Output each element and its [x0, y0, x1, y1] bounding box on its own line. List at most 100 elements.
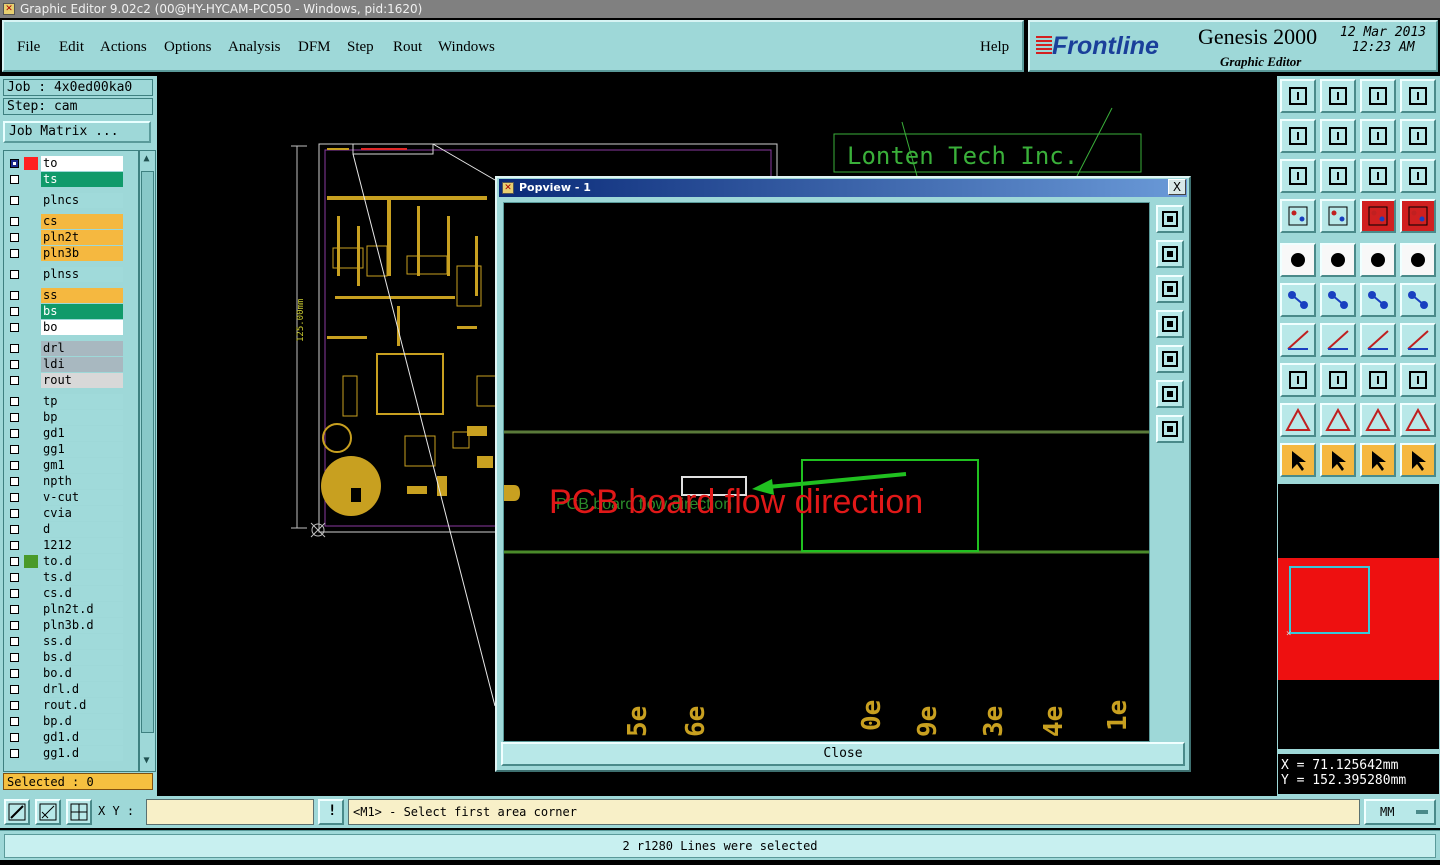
layer-checkbox[interactable]: [10, 307, 19, 316]
layer-name[interactable]: cvia: [41, 506, 123, 521]
layer-name[interactable]: plnss: [41, 267, 123, 282]
split-button[interactable]: [1320, 363, 1356, 397]
layer-row-npth[interactable]: npth: [4, 474, 138, 489]
info-button[interactable]: !: [318, 799, 344, 825]
right-button[interactable]: [1320, 119, 1356, 153]
pan-up-button[interactable]: [1156, 240, 1184, 268]
layer-checkbox[interactable]: [10, 270, 19, 279]
rotate-button[interactable]: [1320, 243, 1356, 277]
tools-button[interactable]: [1280, 199, 1316, 233]
attribute-button[interactable]: [1280, 363, 1316, 397]
layer-row-d[interactable]: d: [4, 522, 138, 537]
scale-button[interactable]: [1360, 159, 1396, 193]
layer-name[interactable]: ldi: [41, 357, 123, 372]
triangle-button[interactable]: [1280, 403, 1316, 437]
scroll-up-icon[interactable]: ▲: [141, 152, 152, 166]
layers-red-button[interactable]: [1360, 199, 1396, 233]
layer-checkbox[interactable]: [10, 509, 19, 518]
triangle3-button[interactable]: [1360, 403, 1396, 437]
layer-row-bo.d[interactable]: bo.d: [4, 666, 138, 681]
layer-row-bo[interactable]: bo: [4, 320, 138, 335]
layer-name[interactable]: cs: [41, 214, 123, 229]
layer-row-bs.d[interactable]: bs.d: [4, 650, 138, 665]
layer-name[interactable]: to: [41, 156, 123, 171]
layer-name[interactable]: bs.d: [41, 650, 123, 665]
layer-row-ss.d[interactable]: ss.d: [4, 634, 138, 649]
menu-dfm[interactable]: DFM: [298, 39, 331, 56]
center-button[interactable]: [1320, 159, 1356, 193]
line-button[interactable]: [1280, 323, 1316, 357]
zoom-area-button[interactable]: [4, 799, 30, 825]
triangle2-button[interactable]: [1320, 403, 1356, 437]
layer-name[interactable]: ts: [41, 172, 123, 187]
layer-row-bp.d[interactable]: bp.d: [4, 714, 138, 729]
layer-row-pln2t.d[interactable]: pln2t.d: [4, 602, 138, 617]
layer-name[interactable]: to.d: [41, 554, 123, 569]
layer-name[interactable]: npth: [41, 474, 123, 489]
layer-row-ts[interactable]: ts: [4, 172, 138, 187]
select-pointer-button[interactable]: [1280, 443, 1316, 477]
grid-snap-button[interactable]: [66, 799, 92, 825]
line2-button[interactable]: [1320, 323, 1356, 357]
layer-checkbox[interactable]: [10, 525, 19, 534]
menu-options[interactable]: Options: [164, 39, 212, 56]
layer-row-cs.d[interactable]: cs.d: [4, 586, 138, 601]
layout-button[interactable]: [1400, 119, 1436, 153]
layer-checkbox[interactable]: [10, 557, 19, 566]
layer-row-gd1[interactable]: gd1: [4, 426, 138, 441]
layer-checkbox[interactable]: [10, 717, 19, 726]
menu-file[interactable]: File: [17, 39, 40, 56]
dimension-button[interactable]: [1360, 363, 1396, 397]
select-box-button[interactable]: [1320, 443, 1356, 477]
layer-checkbox[interactable]: [10, 653, 19, 662]
layer-color-swatch[interactable]: [24, 555, 38, 568]
layer-checkbox[interactable]: [10, 493, 19, 502]
ruler-button[interactable]: [1360, 243, 1396, 277]
layer-checkbox[interactable]: [10, 477, 19, 486]
layer-checkbox[interactable]: [10, 376, 19, 385]
layer-row-to[interactable]: to: [4, 156, 138, 171]
units-dropdown[interactable]: MM: [1364, 799, 1436, 825]
layer-name[interactable]: gd1.d: [41, 730, 123, 745]
layer-name[interactable]: tp: [41, 394, 123, 409]
layer-name[interactable]: pln2t: [41, 230, 123, 245]
scroll-down-icon[interactable]: ▼: [141, 754, 152, 768]
layer-name[interactable]: bo: [41, 320, 123, 335]
layer-row-cs[interactable]: cs: [4, 214, 138, 229]
layer-name[interactable]: 1212: [41, 538, 123, 553]
arc-button[interactable]: [1360, 323, 1396, 357]
layer-checkbox[interactable]: [10, 733, 19, 742]
layer-checkbox[interactable]: [10, 323, 19, 332]
layer-checkbox[interactable]: [10, 589, 19, 598]
layer-name[interactable]: drl.d: [41, 682, 123, 697]
popview-canvas[interactable]: PCB board flow direction PCB board flow …: [503, 202, 1150, 742]
save-down-button[interactable]: [1320, 79, 1356, 113]
layer-checkbox[interactable]: [10, 749, 19, 758]
layer-row-gd1.d[interactable]: gd1.d: [4, 730, 138, 745]
layer-name[interactable]: bo.d: [41, 666, 123, 681]
layer-checkbox[interactable]: [10, 175, 19, 184]
menu-analysis[interactable]: Analysis: [228, 39, 281, 56]
layer-name[interactable]: bp: [41, 410, 123, 425]
layer-checkbox[interactable]: [10, 637, 19, 646]
layer-row-pln3b[interactable]: pln3b: [4, 246, 138, 261]
layer-name[interactable]: ss: [41, 288, 123, 303]
popview-close-icon[interactable]: X: [1168, 179, 1186, 195]
layer-name[interactable]: gd1: [41, 426, 123, 441]
layer-checkbox[interactable]: [10, 429, 19, 438]
layer-row-ldi[interactable]: ldi: [4, 357, 138, 372]
job-matrix-button[interactable]: Job Matrix ...: [3, 121, 151, 143]
select-area-button[interactable]: [1360, 443, 1396, 477]
layer-name[interactable]: pln3b.d: [41, 618, 123, 633]
menu-actions[interactable]: Actions: [100, 39, 147, 56]
layer-name[interactable]: bs: [41, 304, 123, 319]
layer-checkbox[interactable]: [10, 233, 19, 242]
layer-checkbox[interactable]: [10, 701, 19, 710]
layer-checkbox[interactable]: [10, 291, 19, 300]
layer-row-plncs[interactable]: plncs: [4, 193, 138, 208]
layer-checkbox[interactable]: [10, 685, 19, 694]
layer-name[interactable]: v-cut: [41, 490, 123, 505]
layers-red2-button[interactable]: [1400, 199, 1436, 233]
layer-row-ss[interactable]: ss: [4, 288, 138, 303]
move-button[interactable]: [1280, 243, 1316, 277]
